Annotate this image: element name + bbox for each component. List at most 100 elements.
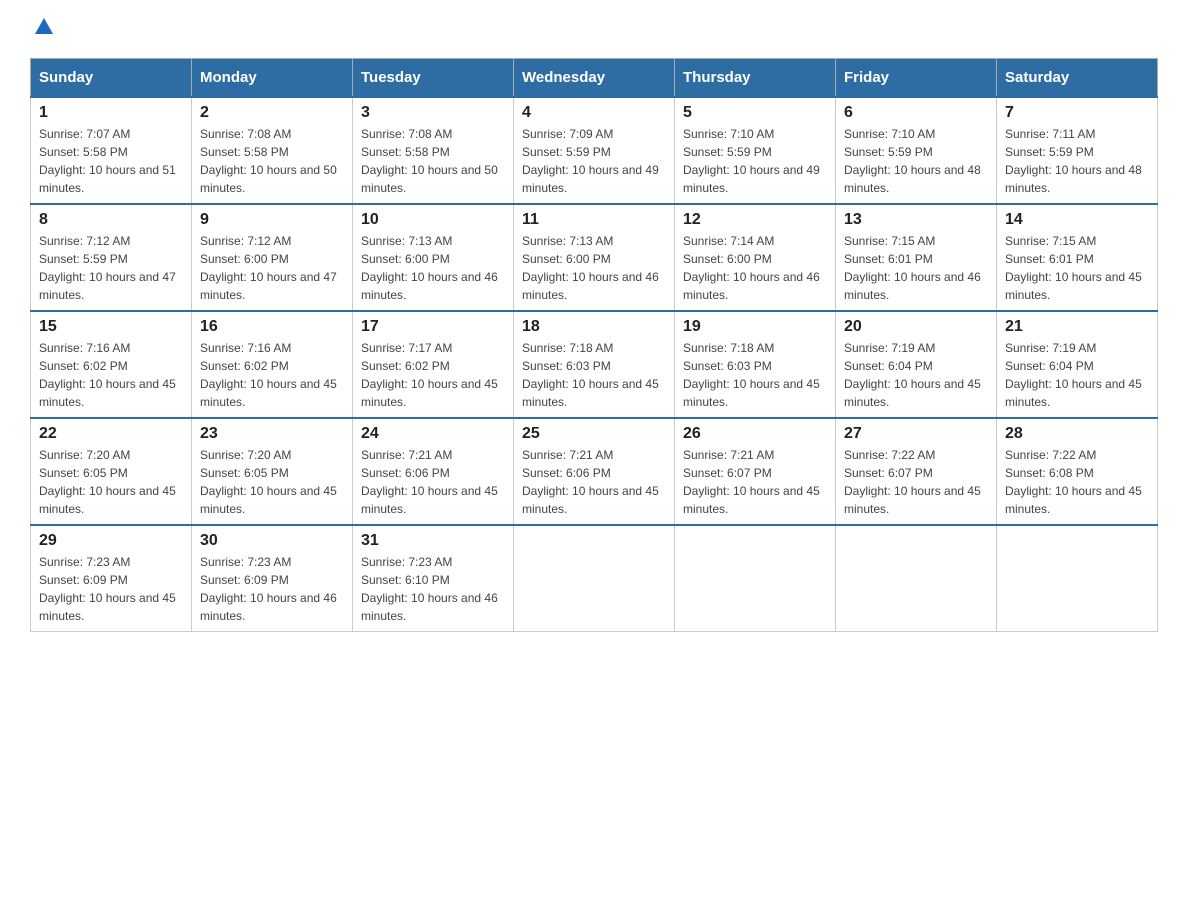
- logo: [30, 20, 55, 38]
- sunrise-label: Sunrise: 7:07 AM: [39, 127, 130, 141]
- day-number: 22: [39, 425, 183, 443]
- day-info: Sunrise: 7:12 AM Sunset: 6:00 PM Dayligh…: [200, 232, 344, 304]
- day-number: 16: [200, 318, 344, 336]
- sunset-label: Sunset: 5:59 PM: [683, 145, 772, 159]
- day-cell-8: 8 Sunrise: 7:12 AM Sunset: 5:59 PM Dayli…: [31, 204, 192, 311]
- day-cell-5: 5 Sunrise: 7:10 AM Sunset: 5:59 PM Dayli…: [675, 97, 836, 204]
- day-number: 2: [200, 104, 344, 122]
- day-cell-19: 19 Sunrise: 7:18 AM Sunset: 6:03 PM Dayl…: [675, 311, 836, 418]
- day-number: 21: [1005, 318, 1149, 336]
- day-cell-29: 29 Sunrise: 7:23 AM Sunset: 6:09 PM Dayl…: [31, 525, 192, 632]
- day-info: Sunrise: 7:07 AM Sunset: 5:58 PM Dayligh…: [39, 125, 183, 197]
- daylight-label: Daylight: 10 hours and 45 minutes.: [683, 377, 820, 409]
- empty-cell: [997, 525, 1158, 632]
- day-number: 20: [844, 318, 988, 336]
- day-cell-7: 7 Sunrise: 7:11 AM Sunset: 5:59 PM Dayli…: [997, 97, 1158, 204]
- daylight-label: Daylight: 10 hours and 45 minutes.: [683, 484, 820, 516]
- sunset-label: Sunset: 6:00 PM: [361, 252, 450, 266]
- sunrise-label: Sunrise: 7:12 AM: [200, 234, 291, 248]
- week-row-3: 15 Sunrise: 7:16 AM Sunset: 6:02 PM Dayl…: [31, 311, 1158, 418]
- weekday-header-tuesday: Tuesday: [353, 59, 514, 98]
- daylight-label: Daylight: 10 hours and 46 minutes.: [200, 591, 337, 623]
- sunrise-label: Sunrise: 7:23 AM: [39, 555, 130, 569]
- week-row-5: 29 Sunrise: 7:23 AM Sunset: 6:09 PM Dayl…: [31, 525, 1158, 632]
- day-number: 4: [522, 104, 666, 122]
- sunset-label: Sunset: 6:03 PM: [683, 359, 772, 373]
- weekday-header-friday: Friday: [836, 59, 997, 98]
- day-number: 11: [522, 211, 666, 229]
- sunset-label: Sunset: 5:58 PM: [39, 145, 128, 159]
- sunrise-label: Sunrise: 7:10 AM: [844, 127, 935, 141]
- sunrise-label: Sunrise: 7:12 AM: [39, 234, 130, 248]
- day-cell-20: 20 Sunrise: 7:19 AM Sunset: 6:04 PM Dayl…: [836, 311, 997, 418]
- day-info: Sunrise: 7:08 AM Sunset: 5:58 PM Dayligh…: [200, 125, 344, 197]
- day-cell-26: 26 Sunrise: 7:21 AM Sunset: 6:07 PM Dayl…: [675, 418, 836, 525]
- sunset-label: Sunset: 5:58 PM: [361, 145, 450, 159]
- sunrise-label: Sunrise: 7:18 AM: [683, 341, 774, 355]
- daylight-label: Daylight: 10 hours and 46 minutes.: [844, 270, 981, 302]
- day-info: Sunrise: 7:09 AM Sunset: 5:59 PM Dayligh…: [522, 125, 666, 197]
- day-cell-13: 13 Sunrise: 7:15 AM Sunset: 6:01 PM Dayl…: [836, 204, 997, 311]
- sunrise-label: Sunrise: 7:08 AM: [361, 127, 452, 141]
- week-row-4: 22 Sunrise: 7:20 AM Sunset: 6:05 PM Dayl…: [31, 418, 1158, 525]
- day-info: Sunrise: 7:18 AM Sunset: 6:03 PM Dayligh…: [683, 339, 827, 411]
- daylight-label: Daylight: 10 hours and 45 minutes.: [844, 484, 981, 516]
- day-number: 5: [683, 104, 827, 122]
- sunset-label: Sunset: 6:01 PM: [1005, 252, 1094, 266]
- sunrise-label: Sunrise: 7:21 AM: [361, 448, 452, 462]
- day-info: Sunrise: 7:22 AM Sunset: 6:08 PM Dayligh…: [1005, 446, 1149, 518]
- day-number: 30: [200, 532, 344, 550]
- sunset-label: Sunset: 6:05 PM: [200, 466, 289, 480]
- day-number: 13: [844, 211, 988, 229]
- day-cell-9: 9 Sunrise: 7:12 AM Sunset: 6:00 PM Dayli…: [192, 204, 353, 311]
- sunset-label: Sunset: 6:07 PM: [683, 466, 772, 480]
- day-number: 14: [1005, 211, 1149, 229]
- sunset-label: Sunset: 5:58 PM: [200, 145, 289, 159]
- day-number: 15: [39, 318, 183, 336]
- day-info: Sunrise: 7:08 AM Sunset: 5:58 PM Dayligh…: [361, 125, 505, 197]
- sunset-label: Sunset: 5:59 PM: [1005, 145, 1094, 159]
- day-number: 7: [1005, 104, 1149, 122]
- day-cell-1: 1 Sunrise: 7:07 AM Sunset: 5:58 PM Dayli…: [31, 97, 192, 204]
- sunrise-label: Sunrise: 7:19 AM: [1005, 341, 1096, 355]
- sunset-label: Sunset: 6:00 PM: [522, 252, 611, 266]
- day-cell-24: 24 Sunrise: 7:21 AM Sunset: 6:06 PM Dayl…: [353, 418, 514, 525]
- day-info: Sunrise: 7:23 AM Sunset: 6:10 PM Dayligh…: [361, 553, 505, 625]
- daylight-label: Daylight: 10 hours and 45 minutes.: [522, 484, 659, 516]
- sunset-label: Sunset: 6:06 PM: [361, 466, 450, 480]
- sunrise-label: Sunrise: 7:23 AM: [361, 555, 452, 569]
- sunrise-label: Sunrise: 7:13 AM: [522, 234, 613, 248]
- day-info: Sunrise: 7:10 AM Sunset: 5:59 PM Dayligh…: [683, 125, 827, 197]
- daylight-label: Daylight: 10 hours and 47 minutes.: [39, 270, 176, 302]
- day-cell-12: 12 Sunrise: 7:14 AM Sunset: 6:00 PM Dayl…: [675, 204, 836, 311]
- daylight-label: Daylight: 10 hours and 45 minutes.: [39, 484, 176, 516]
- sunrise-label: Sunrise: 7:15 AM: [844, 234, 935, 248]
- daylight-label: Daylight: 10 hours and 46 minutes.: [361, 591, 498, 623]
- day-info: Sunrise: 7:13 AM Sunset: 6:00 PM Dayligh…: [522, 232, 666, 304]
- sunset-label: Sunset: 6:05 PM: [39, 466, 128, 480]
- daylight-label: Daylight: 10 hours and 50 minutes.: [200, 163, 337, 195]
- day-number: 17: [361, 318, 505, 336]
- sunset-label: Sunset: 6:01 PM: [844, 252, 933, 266]
- day-info: Sunrise: 7:12 AM Sunset: 5:59 PM Dayligh…: [39, 232, 183, 304]
- daylight-label: Daylight: 10 hours and 51 minutes.: [39, 163, 176, 195]
- sunrise-label: Sunrise: 7:09 AM: [522, 127, 613, 141]
- daylight-label: Daylight: 10 hours and 49 minutes.: [522, 163, 659, 195]
- day-info: Sunrise: 7:18 AM Sunset: 6:03 PM Dayligh…: [522, 339, 666, 411]
- empty-cell: [514, 525, 675, 632]
- day-number: 23: [200, 425, 344, 443]
- day-number: 27: [844, 425, 988, 443]
- sunrise-label: Sunrise: 7:21 AM: [522, 448, 613, 462]
- daylight-label: Daylight: 10 hours and 45 minutes.: [361, 484, 498, 516]
- sunset-label: Sunset: 5:59 PM: [39, 252, 128, 266]
- sunset-label: Sunset: 6:02 PM: [39, 359, 128, 373]
- daylight-label: Daylight: 10 hours and 45 minutes.: [844, 377, 981, 409]
- day-number: 18: [522, 318, 666, 336]
- weekday-header-thursday: Thursday: [675, 59, 836, 98]
- sunrise-label: Sunrise: 7:22 AM: [844, 448, 935, 462]
- logo-icon: [33, 16, 55, 38]
- day-number: 1: [39, 104, 183, 122]
- day-info: Sunrise: 7:19 AM Sunset: 6:04 PM Dayligh…: [1005, 339, 1149, 411]
- daylight-label: Daylight: 10 hours and 46 minutes.: [522, 270, 659, 302]
- day-number: 10: [361, 211, 505, 229]
